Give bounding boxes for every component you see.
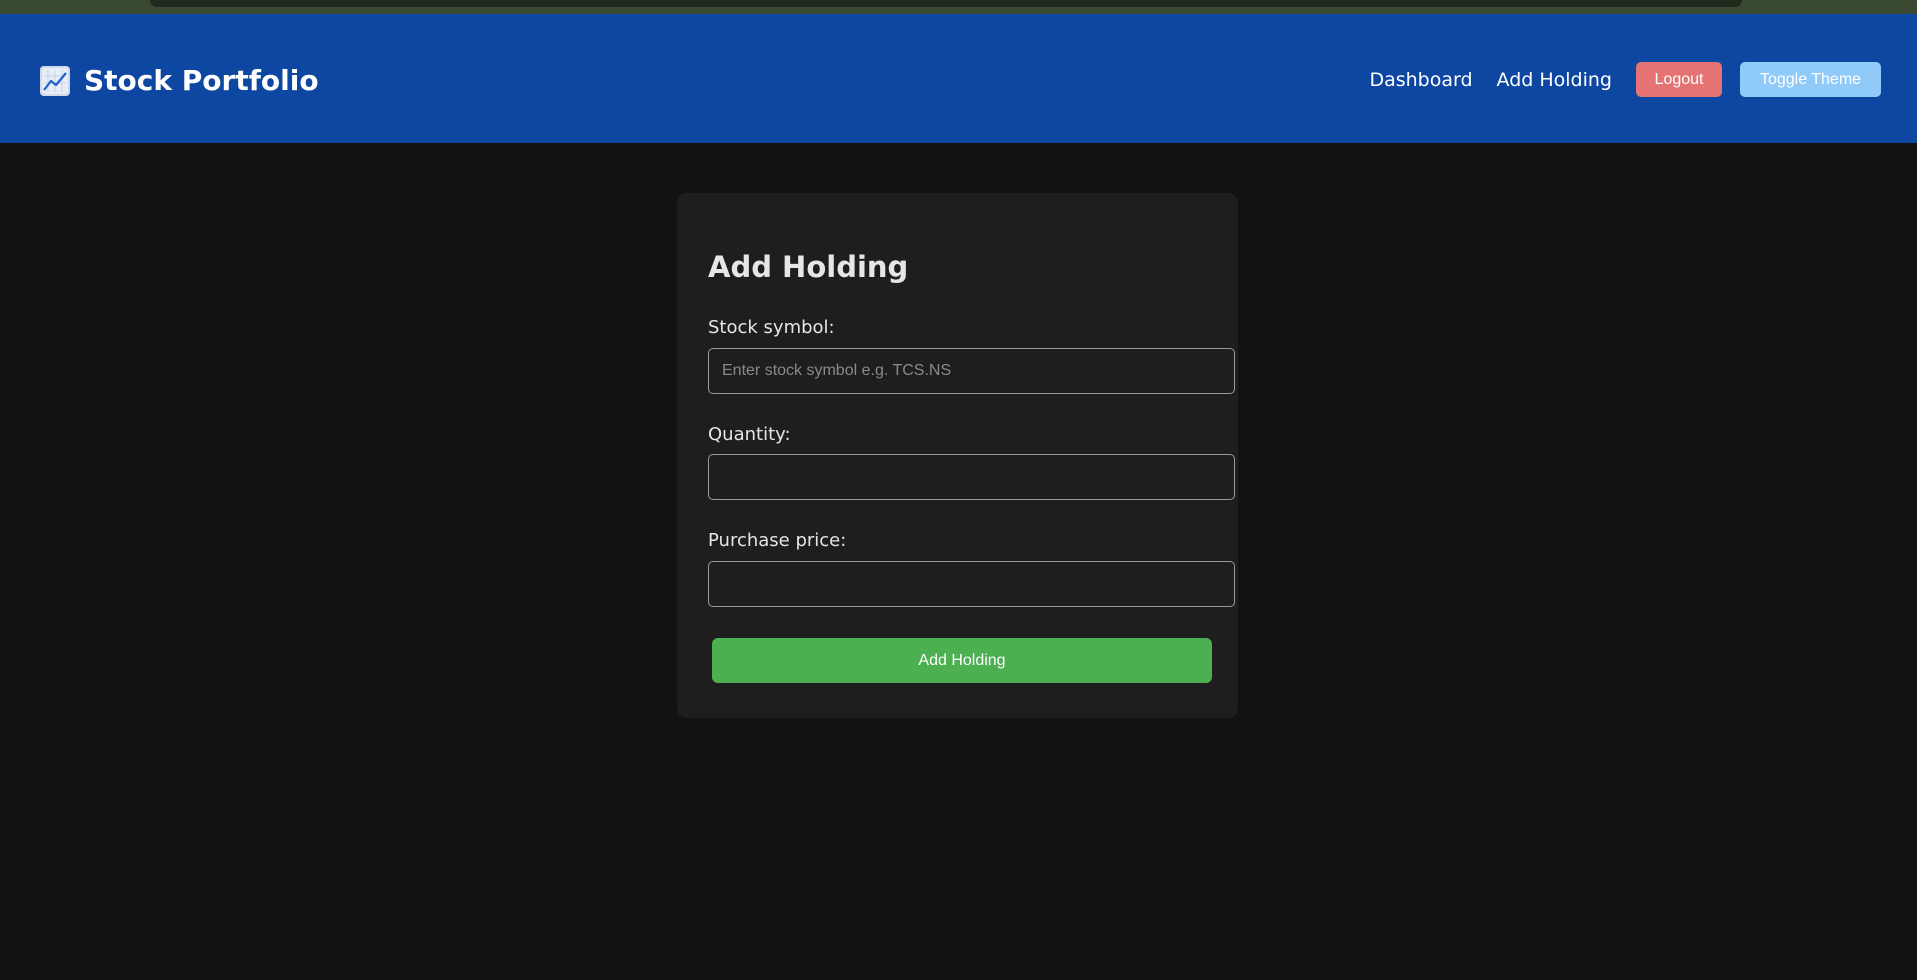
brand-title: Stock Portfolio <box>84 64 319 97</box>
add-holding-submit-button[interactable]: Add Holding <box>712 638 1212 683</box>
quantity-input[interactable] <box>708 454 1235 500</box>
nav-links: Dashboard Add Holding Logout Toggle Them… <box>1369 62 1881 97</box>
quantity-label: Quantity: <box>708 424 791 445</box>
top-navbar: Stock Portfolio Dashboard Add Holding Lo… <box>0 14 1917 143</box>
purchase-price-label: Purchase price: <box>708 530 847 551</box>
stock-symbol-input[interactable] <box>708 348 1235 394</box>
nav-link-dashboard[interactable]: Dashboard <box>1369 69 1472 91</box>
logout-button[interactable]: Logout <box>1636 62 1722 97</box>
brand[interactable]: Stock Portfolio <box>40 64 319 97</box>
stock-symbol-label: Stock symbol: <box>708 317 835 338</box>
nav-link-add-holding[interactable]: Add Holding <box>1497 69 1612 91</box>
purchase-price-input[interactable] <box>708 561 1235 607</box>
toggle-theme-button[interactable]: Toggle Theme <box>1740 62 1881 97</box>
form-title: Add Holding <box>708 250 909 284</box>
add-holding-card: Add Holding Stock symbol: Quantity: Purc… <box>677 193 1238 718</box>
browser-chrome-strip <box>0 0 1917 14</box>
browser-address-bar-edge <box>150 0 1742 7</box>
chart-increasing-icon <box>40 65 70 96</box>
